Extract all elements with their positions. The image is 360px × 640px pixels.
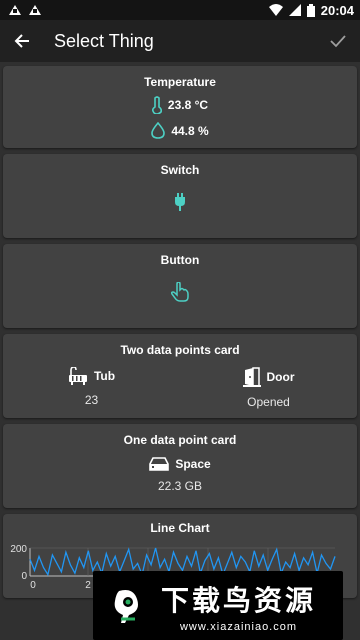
tub-label-row: Tub — [68, 367, 115, 385]
door-data-point: Door Opened — [194, 367, 344, 409]
switch-card[interactable]: Switch — [3, 154, 357, 238]
x-tick-label: 0 — [30, 580, 36, 591]
humidity-row: 44.8 % — [3, 122, 357, 139]
wifi-icon — [268, 4, 283, 16]
two-data-points-card[interactable]: Two data points card Tub 23 Door Opened — [3, 334, 357, 418]
notification-icon — [8, 4, 22, 16]
bathtub-icon — [68, 367, 88, 385]
card-title: Two data points card — [120, 343, 240, 357]
tub-value: 23 — [84, 393, 99, 407]
watermark-url: www.xiazainiao.com — [179, 620, 298, 633]
back-button[interactable] — [2, 21, 42, 61]
bird-logo — [107, 585, 149, 627]
temperature-value: 23.8 °C — [167, 98, 209, 112]
humidity-value: 44.8 % — [171, 123, 209, 138]
door-open-icon — [242, 367, 261, 387]
water-drop-icon — [151, 122, 166, 139]
tub-data-point: Tub 23 — [17, 367, 167, 409]
space-value: 22.3 GB — [157, 479, 203, 493]
button-icon-row — [3, 282, 357, 302]
arrow-left-icon — [14, 33, 30, 49]
signal-icon — [288, 4, 301, 16]
app-bar: Select Thing — [0, 20, 360, 62]
card-title: Temperature — [144, 75, 216, 89]
door-value: Opened — [247, 395, 290, 409]
space-label-row: Space — [3, 457, 357, 471]
temperature-card[interactable]: Temperature 23.8 °C 44.8 % — [3, 66, 357, 148]
x-tick-label: 2 — [85, 580, 91, 591]
hard-drive-icon — [149, 457, 170, 471]
door-label: Door — [266, 370, 295, 384]
card-title: Switch — [160, 163, 200, 177]
y-tick-label: 200 — [10, 544, 27, 555]
check-icon — [330, 34, 346, 48]
card-title: One data point card — [123, 433, 237, 447]
button-card[interactable]: Button — [3, 244, 357, 328]
hand-pointer-icon[interactable] — [171, 282, 189, 302]
status-right: 20:04 — [268, 2, 354, 18]
thermometer-icon — [151, 96, 162, 114]
temperature-row: 23.8 °C — [3, 96, 357, 114]
y-tick-label: 0 — [21, 571, 27, 582]
data-points-row: Tub 23 Door Opened — [3, 367, 357, 409]
confirm-button[interactable] — [318, 21, 358, 61]
clock: 20:04 — [320, 2, 354, 18]
watermark-text: 下载鸟资源 www.xiazainiao.com — [161, 579, 316, 633]
status-bar: 20:04 — [0, 0, 360, 20]
page-title: Select Thing — [54, 30, 154, 51]
status-left — [8, 4, 42, 16]
power-plug-icon[interactable] — [174, 193, 186, 211]
notification-icon — [28, 4, 42, 16]
card-title: Button — [160, 253, 200, 267]
switch-icon-row — [3, 193, 357, 211]
battery-icon — [306, 3, 315, 17]
space-label: Space — [175, 457, 211, 471]
thing-list: Temperature 23.8 °C 44.8 % Switch Button… — [0, 62, 360, 640]
one-data-point-card[interactable]: One data point card Space 22.3 GB — [3, 424, 357, 508]
tub-label: Tub — [93, 369, 116, 383]
door-label-row: Door — [242, 367, 295, 387]
watermark-title: 下载鸟资源 — [161, 583, 317, 617]
watermark-banner: 下载鸟资源 www.xiazainiao.com — [93, 571, 343, 640]
